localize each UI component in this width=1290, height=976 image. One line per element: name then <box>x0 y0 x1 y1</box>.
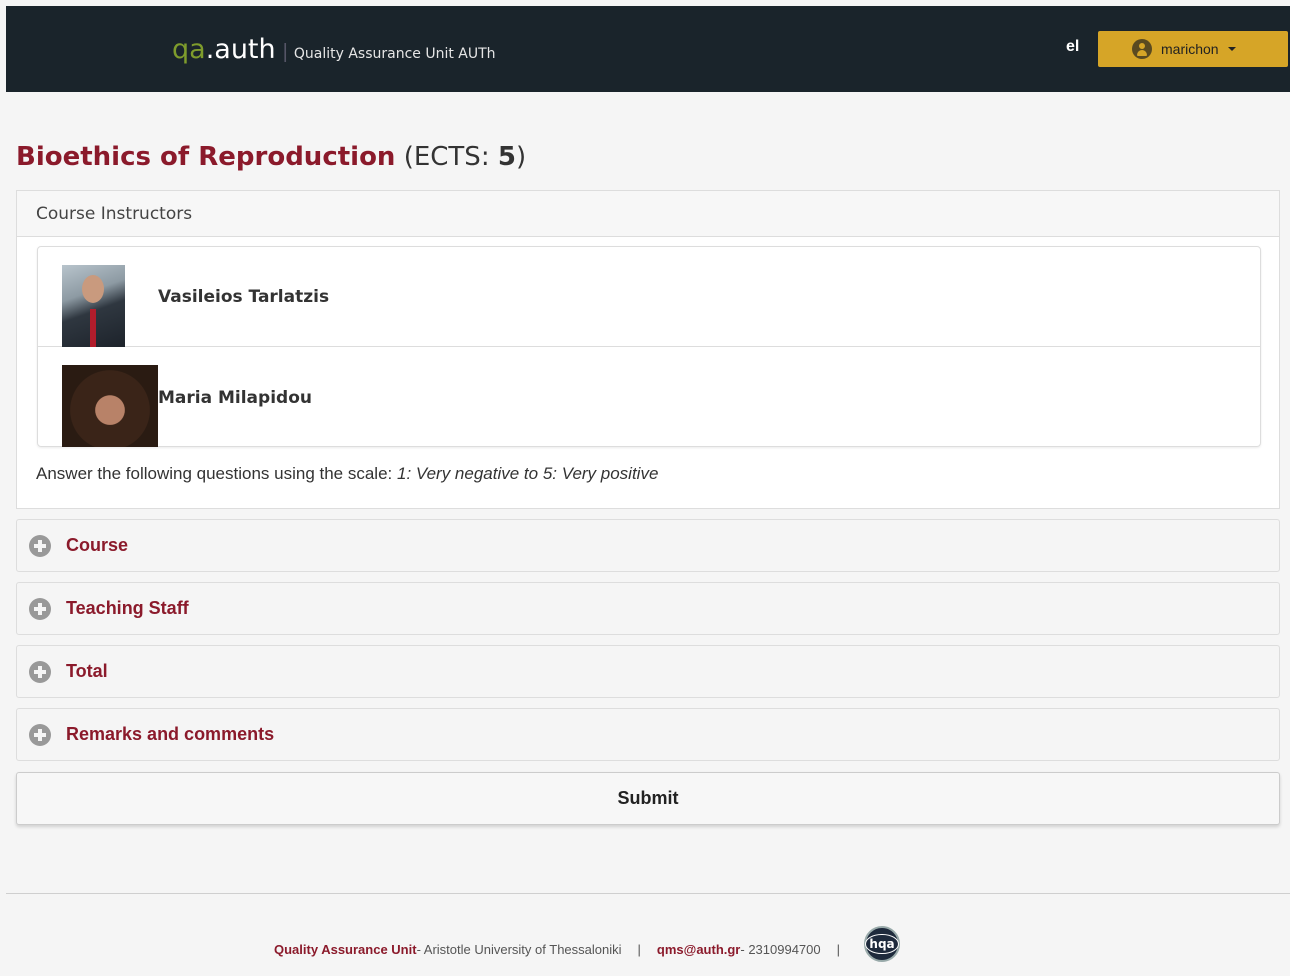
top-navbar: qa .auth | Quality Assurance Unit AUTh e… <box>6 6 1290 92</box>
caret-down-icon <box>1227 47 1236 51</box>
scale-prefix: Answer the following questions using the… <box>36 464 397 483</box>
ects-suffix: ) <box>515 142 527 172</box>
user-avatar-icon <box>1132 39 1152 59</box>
list-item: Vasileios Tarlatzis <box>38 247 1260 347</box>
section-course[interactable]: Course <box>16 519 1280 572</box>
language-switch-link[interactable]: el <box>1066 38 1079 56</box>
user-menu-button[interactable]: marichon <box>1098 31 1288 67</box>
ects-value: 5 <box>497 142 516 172</box>
brand-separator: | <box>282 41 288 63</box>
footer-divider <box>6 893 1290 894</box>
ects-prefix: (ECTS: <box>403 142 498 172</box>
course-name: Bioethics of Reproduction <box>16 142 396 172</box>
instructor-name: Vasileios Tarlatzis <box>158 287 330 307</box>
plus-circle-icon <box>29 660 51 683</box>
footer: Quality Assurance Unit - Aristotle Unive… <box>274 926 901 962</box>
brand-qa-text: qa <box>172 34 206 65</box>
section-remarks[interactable]: Remarks and comments <box>16 708 1280 761</box>
footer-separator: | <box>637 941 641 957</box>
section-label: Total <box>66 661 108 681</box>
brand-auth-text: .auth <box>205 34 276 65</box>
footer-university: - Aristotle University of Thessaloniki <box>416 941 622 957</box>
page-title: Bioethics of Reproduction (ECTS: 5) <box>16 142 526 172</box>
instructors-panel: Course Instructors Vasileios Tarlatzis M… <box>16 190 1280 509</box>
scale-text: 1: Very negative to 5: Very positive <box>396 464 659 483</box>
footer-separator: | <box>836 941 841 957</box>
plus-circle-icon <box>29 534 51 557</box>
list-item: Maria Milapidou <box>38 347 1260 447</box>
footer-phone: - 2310994700 <box>740 941 821 957</box>
plus-circle-icon <box>29 723 51 746</box>
instructor-name: Maria Milapidou <box>158 388 312 408</box>
section-label: Course <box>66 535 129 555</box>
scale-instructions: Answer the following questions using the… <box>36 464 658 484</box>
footer-email-link[interactable]: qms@auth.gr <box>657 942 740 957</box>
hqa-logo-text: hqa <box>865 934 899 954</box>
hqa-logo: hqa <box>864 926 901 962</box>
footer-unit-link[interactable]: Quality Assurance Unit <box>274 942 417 957</box>
instructor-photo <box>62 265 125 347</box>
section-teaching-staff[interactable]: Teaching Staff <box>16 582 1280 635</box>
plus-circle-icon <box>29 597 51 620</box>
section-label: Remarks and comments <box>66 724 275 744</box>
user-name: marichon <box>1161 41 1219 57</box>
brand-logo[interactable]: qa .auth | Quality Assurance Unit AUTh <box>172 34 496 65</box>
section-total[interactable]: Total <box>16 645 1280 698</box>
instructor-photo <box>62 365 158 447</box>
submit-button[interactable]: Submit <box>16 772 1280 825</box>
brand-subtitle: Quality Assurance Unit AUTh <box>293 46 496 62</box>
section-label: Teaching Staff <box>66 598 189 618</box>
instructor-list: Vasileios Tarlatzis Maria Milapidou <box>37 246 1261 447</box>
panel-heading: Course Instructors <box>17 191 1279 237</box>
